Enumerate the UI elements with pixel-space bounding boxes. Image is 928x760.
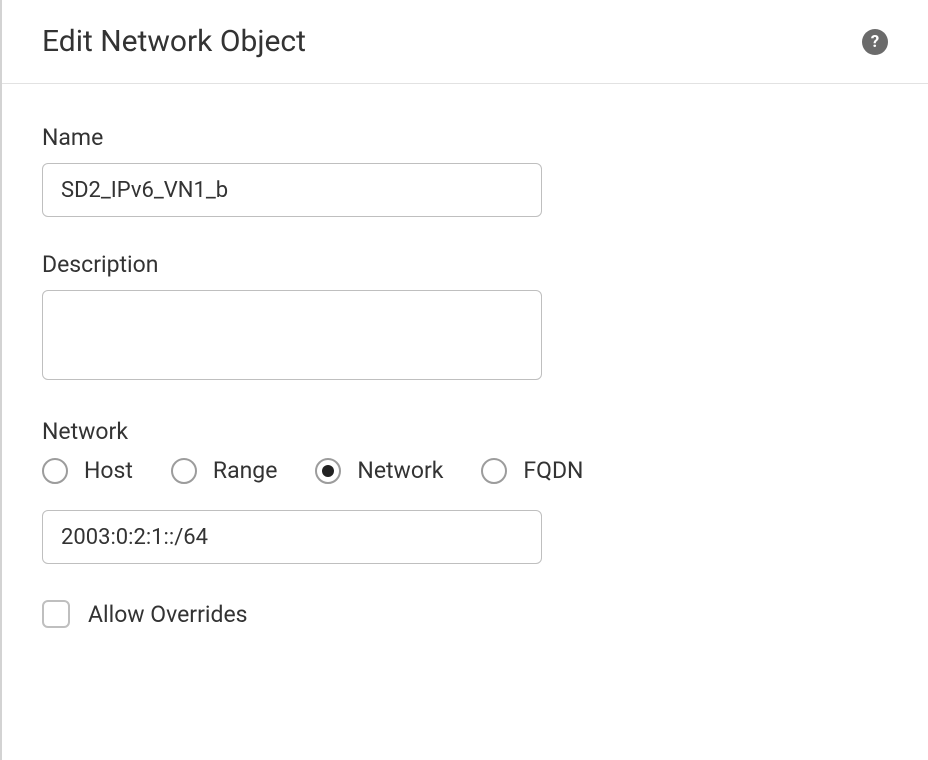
radio-range[interactable]: Range xyxy=(171,457,278,484)
description-field-group: Description xyxy=(42,251,888,384)
dialog-title: Edit Network Object xyxy=(42,24,306,59)
dialog-content: Name Description Network Host Range Netw… xyxy=(2,84,928,628)
radio-network-label: Network xyxy=(357,457,443,484)
dialog-header: Edit Network Object ? xyxy=(2,0,928,84)
help-icon-symbol: ? xyxy=(871,32,879,52)
radio-host-label: Host xyxy=(84,457,133,484)
radio-fqdn[interactable]: FQDN xyxy=(481,457,583,484)
radio-network[interactable]: Network xyxy=(315,457,443,484)
radio-icon xyxy=(315,458,341,484)
name-label: Name xyxy=(42,124,888,151)
network-field-group: Network Host Range Network FQDN xyxy=(42,418,888,564)
allow-overrides-checkbox[interactable]: Allow Overrides xyxy=(42,600,888,628)
name-field-group: Name xyxy=(42,124,888,217)
checkbox-icon xyxy=(42,600,70,628)
radio-host[interactable]: Host xyxy=(42,457,133,484)
radio-range-label: Range xyxy=(213,457,278,484)
network-value-input[interactable] xyxy=(42,510,542,564)
network-type-radio-group: Host Range Network FQDN xyxy=(42,457,888,484)
allow-overrides-label: Allow Overrides xyxy=(88,601,248,628)
radio-icon xyxy=(171,458,197,484)
radio-icon xyxy=(42,458,68,484)
radio-fqdn-label: FQDN xyxy=(523,457,583,484)
radio-icon xyxy=(481,458,507,484)
help-icon[interactable]: ? xyxy=(862,29,888,55)
network-label: Network xyxy=(42,418,888,445)
description-input[interactable] xyxy=(42,290,542,380)
name-input[interactable] xyxy=(42,163,542,217)
description-label: Description xyxy=(42,251,888,278)
